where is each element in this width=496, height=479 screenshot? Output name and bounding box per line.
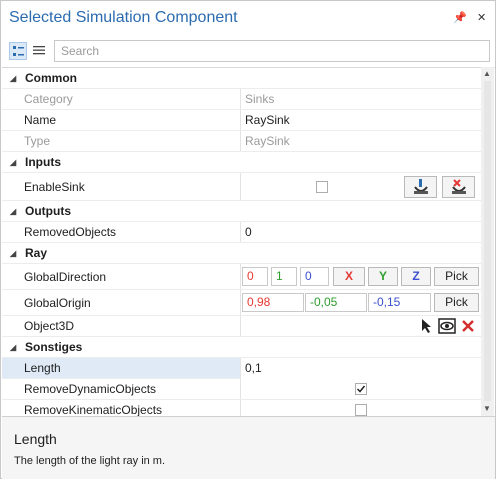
checkmark-icon xyxy=(356,385,366,393)
collapse-triangle-icon[interactable]: ◢ xyxy=(10,152,16,173)
origin-x-field[interactable]: 0,98 xyxy=(242,293,304,312)
property-row-globaldirection[interactable]: GlobalDirection 0 1 0 X Y Z Pick xyxy=(2,264,482,290)
property-name: Name xyxy=(24,113,57,127)
length-value-field[interactable]: 0,1 xyxy=(241,358,486,379)
collapse-triangle-icon[interactable]: ◢ xyxy=(10,337,16,358)
vertical-scrollbar[interactable]: ▲ ▼ xyxy=(481,67,494,416)
property-row-type: Type RaySink xyxy=(2,131,482,152)
group-label: Outputs xyxy=(25,204,71,218)
categorized-view-icon[interactable] xyxy=(9,42,27,60)
scrollbar-thumb[interactable] xyxy=(484,81,491,401)
property-row-removedobjects[interactable]: RemovedObjects 0 xyxy=(2,222,482,243)
scroll-down-arrow-icon[interactable]: ▼ xyxy=(483,404,491,413)
properties-panel: Selected Simulation Component 📌 ✕ ◢ Comm… xyxy=(0,0,496,479)
removed-objects-value: 0 xyxy=(245,225,252,239)
property-name: RemoveDynamicObjects xyxy=(24,382,157,396)
remove-dynamic-checkbox[interactable] xyxy=(355,383,367,395)
property-name: Length xyxy=(24,361,61,375)
alphabetical-view-icon[interactable] xyxy=(31,42,49,60)
close-icon[interactable]: ✕ xyxy=(477,11,486,24)
pick-direction-button[interactable]: Pick xyxy=(434,267,479,286)
group-outputs[interactable]: ◢ Outputs xyxy=(2,201,482,222)
property-row-globalorigin[interactable]: GlobalOrigin 0,98 -0,05 -0,15 Pick xyxy=(2,290,482,316)
disconnect-signal-icon xyxy=(451,179,466,194)
group-label: Ray xyxy=(25,246,48,260)
property-name: GlobalOrigin xyxy=(24,296,91,310)
property-row-removedynamicobjects[interactable]: RemoveDynamicObjects xyxy=(2,379,482,400)
search-input[interactable] xyxy=(54,40,490,62)
set-direction-z-button[interactable]: Z xyxy=(401,267,431,286)
property-name: RemovedObjects xyxy=(24,225,117,239)
direction-y-field[interactable]: 1 xyxy=(271,267,297,286)
property-row-object3d[interactable]: Object3D xyxy=(2,316,482,337)
connect-signal-button[interactable] xyxy=(404,176,437,198)
collapse-triangle-icon[interactable]: ◢ xyxy=(10,243,16,264)
property-value: RaySink xyxy=(245,134,290,148)
toolbar xyxy=(1,35,495,67)
title-bar: Selected Simulation Component 📌 ✕ xyxy=(1,1,495,35)
property-value: Sinks xyxy=(245,92,275,106)
group-common[interactable]: ◢ Common xyxy=(2,68,482,89)
group-sonstiges[interactable]: ◢ Sonstiges xyxy=(2,337,482,358)
panel-title: Selected Simulation Component xyxy=(9,9,238,26)
description-panel: Length The length of the light ray in m. xyxy=(2,416,495,479)
scroll-up-arrow-icon[interactable]: ▲ xyxy=(483,69,491,78)
property-row-length[interactable]: Length 0,1 xyxy=(2,358,486,379)
group-ray[interactable]: ◢ Ray xyxy=(2,243,482,264)
disconnect-signal-button[interactable] xyxy=(442,176,475,198)
connect-signal-icon xyxy=(413,179,428,194)
property-name: RemoveKinematicObjects xyxy=(24,403,163,417)
set-direction-x-button[interactable]: X xyxy=(333,267,365,286)
group-inputs[interactable]: ◢ Inputs xyxy=(2,152,482,173)
pick-origin-button[interactable]: Pick xyxy=(434,293,479,312)
set-direction-y-button[interactable]: Y xyxy=(368,267,398,286)
property-grid: ◢ Common Category Sinks Name RaySink Typ… xyxy=(2,67,495,417)
property-name: Category xyxy=(24,92,73,106)
origin-z-field[interactable]: -0,15 xyxy=(368,293,431,312)
group-label: Sonstiges xyxy=(25,340,83,354)
property-row-name[interactable]: Name RaySink xyxy=(2,110,482,131)
direction-x-field[interactable]: 0 xyxy=(242,267,268,286)
direction-z-field[interactable]: 0 xyxy=(300,267,329,286)
group-label: Inputs xyxy=(25,155,61,169)
property-row-category: Category Sinks xyxy=(2,89,482,110)
description-title: Length xyxy=(14,431,57,447)
property-name: Object3D xyxy=(24,319,75,333)
description-text: The length of the light ray in m. xyxy=(14,455,166,467)
property-name: Type xyxy=(24,134,51,148)
remove-kinematic-checkbox[interactable] xyxy=(355,404,367,416)
name-value-field[interactable]: RaySink xyxy=(245,110,290,131)
enable-sink-checkbox[interactable] xyxy=(316,181,328,193)
property-row-enablesink[interactable]: EnableSink xyxy=(2,173,482,201)
group-label: Common xyxy=(25,71,77,85)
property-row-removekinematicobjects[interactable]: RemoveKinematicObjects xyxy=(2,400,482,417)
collapse-triangle-icon[interactable]: ◢ xyxy=(10,68,16,89)
origin-y-field[interactable]: -0,05 xyxy=(305,293,367,312)
collapse-triangle-icon[interactable]: ◢ xyxy=(10,201,16,222)
property-name: EnableSink xyxy=(24,180,85,194)
pin-icon[interactable]: 📌 xyxy=(453,11,467,24)
property-name: GlobalDirection xyxy=(24,270,107,284)
